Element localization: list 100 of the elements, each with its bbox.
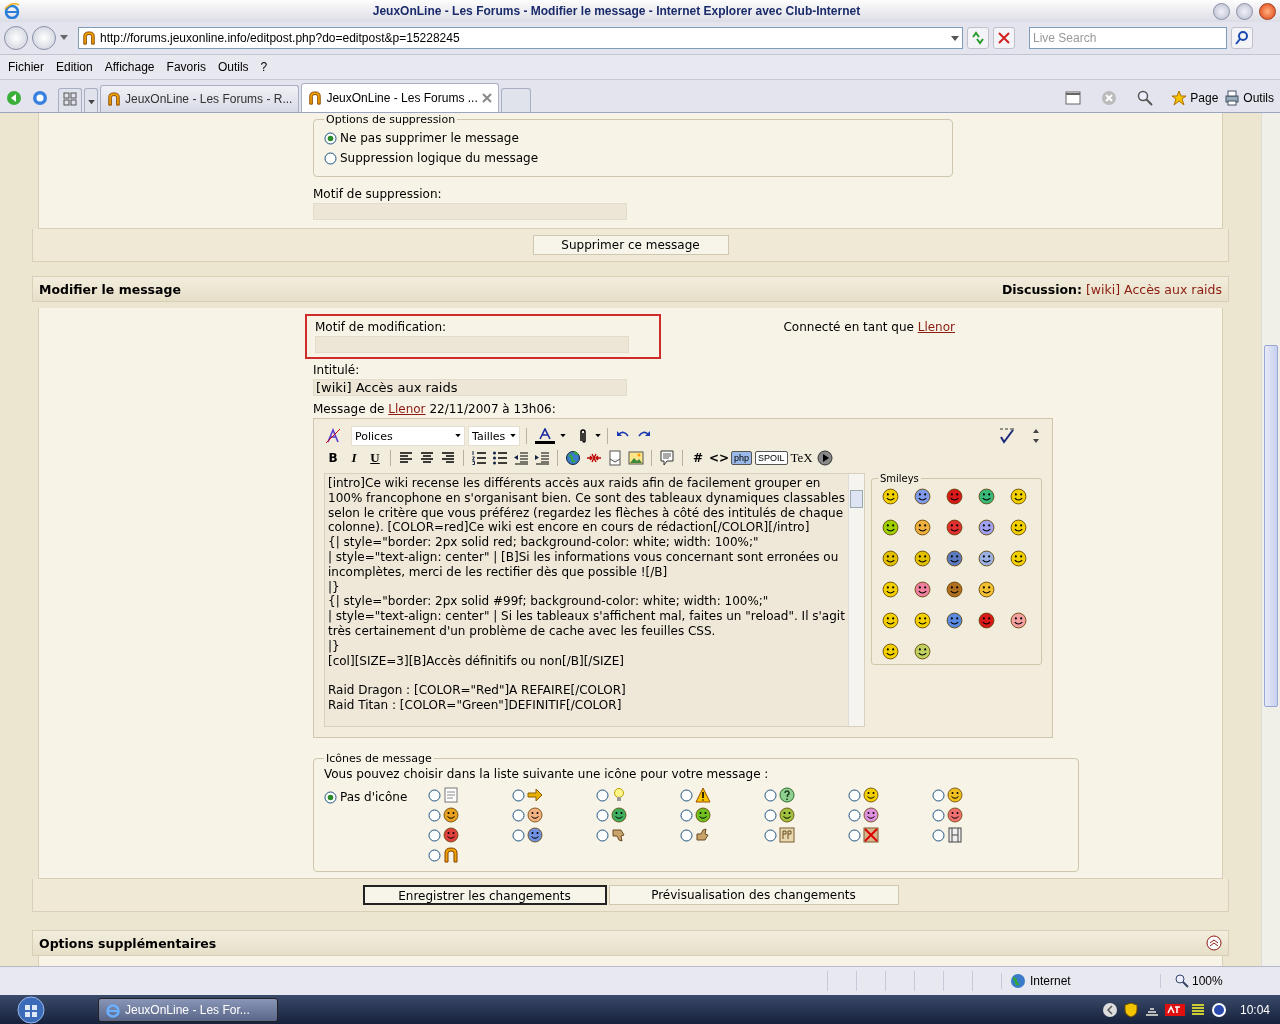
circle-logo-icon[interactable] [1210,1002,1227,1018]
radio-button[interactable] [848,788,861,802]
radio-button[interactable] [764,808,777,822]
radio-label[interactable]: Suppression logique du message [340,151,539,165]
size-select[interactable]: Tailles [468,426,520,446]
scrollbar[interactable] [847,474,864,726]
meter-icon[interactable] [1189,1002,1206,1018]
caret-icon[interactable] [510,434,516,438]
radio-button[interactable] [428,848,441,862]
menu-item[interactable]: Edition [50,56,99,78]
smiley-icon[interactable] [946,488,964,505]
remove-format-icon[interactable] [325,428,341,444]
smiley-icon[interactable] [914,519,932,536]
menu-item[interactable]: Favoris [160,56,212,78]
smiley-icon[interactable] [914,581,932,598]
php-button[interactable]: php [731,451,753,465]
outdent-icon[interactable] [513,450,529,466]
minimize-button[interactable] [1213,2,1230,20]
menu-item[interactable]: Outils [211,56,255,78]
smiley-icon[interactable] [1010,488,1028,505]
shield-icon[interactable] [1122,1002,1139,1018]
radio-button[interactable] [932,828,945,842]
smiley-icon[interactable] [978,519,996,536]
chevron-icon[interactable] [1101,1002,1118,1018]
input-field[interactable] [313,203,627,220]
radio-button[interactable] [428,828,441,842]
radio-button[interactable] [932,788,945,802]
delete-button[interactable]: Supprimer ce message [532,235,729,255]
search-field[interactable]: Live Search [1029,27,1227,49]
tools-menu-button[interactable]: Outils [1224,90,1274,106]
italic-button[interactable]: I [345,449,363,467]
radio-button[interactable] [764,828,777,842]
smiley-icon[interactable] [914,643,932,660]
radio-button[interactable] [932,808,945,822]
globe-icon[interactable] [565,450,581,466]
search-button[interactable] [1231,27,1253,49]
radio-button[interactable] [428,788,441,802]
document-attach-icon[interactable] [607,450,623,466]
input-field[interactable] [315,336,629,353]
taskbar-window-button[interactable]: JeuxOnLine - Les For... [98,998,278,1022]
smiley-icon[interactable] [882,643,900,660]
numbered-list-icon[interactable] [471,450,487,466]
radio-button[interactable] [512,808,525,822]
radio-button[interactable] [680,788,693,802]
maximize-button[interactable] [1236,2,1253,20]
preview-button[interactable]: Prévisualisation des changements [608,885,899,905]
spoiler-button[interactable]: SPOIL [755,451,788,465]
align-right-icon[interactable] [440,450,456,466]
bullet-list-icon[interactable] [492,450,508,466]
radio-button[interactable] [848,828,861,842]
browser-tab[interactable]: JeuxOnLine - Les Forums - R... [100,85,300,112]
resize-arrows-icon[interactable] [1031,428,1041,444]
smiley-icon[interactable] [978,612,996,629]
spellcheck-icon[interactable] [999,428,1015,444]
indent-icon[interactable] [534,450,550,466]
smiley-icon[interactable] [946,581,964,598]
text-color-icon[interactable] [534,428,556,444]
subject-field[interactable]: [wiki] Accès aux raids [313,379,627,396]
radio-label[interactable]: Pas d'icône [340,790,408,804]
radio-button[interactable] [596,828,609,842]
author-link[interactable]: Llenor [388,402,426,416]
radio-button[interactable] [596,808,609,822]
start-button[interactable] [14,996,48,1024]
refresh-button[interactable] [967,27,989,49]
radio-button[interactable] [680,808,693,822]
quick-tabs-button[interactable] [58,88,82,112]
message-textarea[interactable]: [intro]Ce wiki recense les différents accès aux raids afin de facilement grouper en 100% francophone en s'organisant bien. Ce sont des tableaux dynamiques classables selon le critère que vous préférez (regardez les flèches à côté des intitulés de chaque colonne). [COLOR=red]Ce wiki est encore en cours de rédaction[/COLOR][/intro] {| style="border: 2px solid red; background-color: white; width: 100%;" | style="text-align: center" | [B]Si les informations vous concernant sont erronées ou incomplètes, merci de les rectifier dès que possible ![/B] |} {| style="border: 2px solid #99f; background-color: white; width: 100%;" | style="text-align: center" | Si les tableaux s'affichent mal, faites un "reload". Il s'agit très certainement d'un problème de cache avec les feuilles CSS. |} [col][SIZE=3][B]Accès définitifs ou non[/B][/SIZE] Raid Dragon : [COLOR="Red"]A REFAIRE[/COLOR] Raid Titan : [COLOR="Green"]DEFINITIF[/COLOR] [324,473,865,727]
stop-button[interactable] [993,27,1015,49]
caret-icon[interactable] [595,434,601,438]
tab-list-button[interactable] [84,88,98,112]
align-left-icon[interactable] [398,450,414,466]
caret-icon[interactable] [455,434,461,438]
caret-icon[interactable] [560,434,566,438]
smiley-icon[interactable] [882,581,900,598]
smiley-icon[interactable] [978,581,996,598]
menu-item[interactable]: Affichage [98,56,161,78]
logo-badge-icon[interactable] [1164,1002,1185,1018]
radio-button[interactable] [512,828,525,842]
smiley-icon[interactable] [1010,612,1028,629]
page-menu-button[interactable]: Page [1171,90,1219,106]
smiley-icon[interactable] [978,488,996,505]
picture-icon[interactable] [628,450,644,466]
smiley-icon[interactable] [882,550,900,567]
smiley-icon[interactable] [882,612,900,629]
radio-button[interactable] [324,131,337,145]
smiley-icon[interactable] [978,550,996,567]
quote-bubble-icon[interactable] [659,450,675,466]
smiley-icon[interactable] [882,488,900,505]
close-button[interactable] [1259,2,1276,20]
forward-button[interactable] [32,26,56,50]
smiley-icon[interactable] [914,488,932,505]
search-icon[interactable] [1137,90,1154,106]
font-select[interactable]: Polices [351,426,465,446]
close-icon[interactable] [481,93,492,103]
discussion-link[interactable]: [wiki] Accès aux raids [1085,281,1222,297]
radio-button[interactable] [512,788,525,802]
smiley-icon[interactable] [1010,519,1028,536]
smiley-icon[interactable] [914,612,932,629]
smiley-icon[interactable] [1010,550,1028,567]
zoom-button[interactable]: 100% [1160,974,1240,988]
